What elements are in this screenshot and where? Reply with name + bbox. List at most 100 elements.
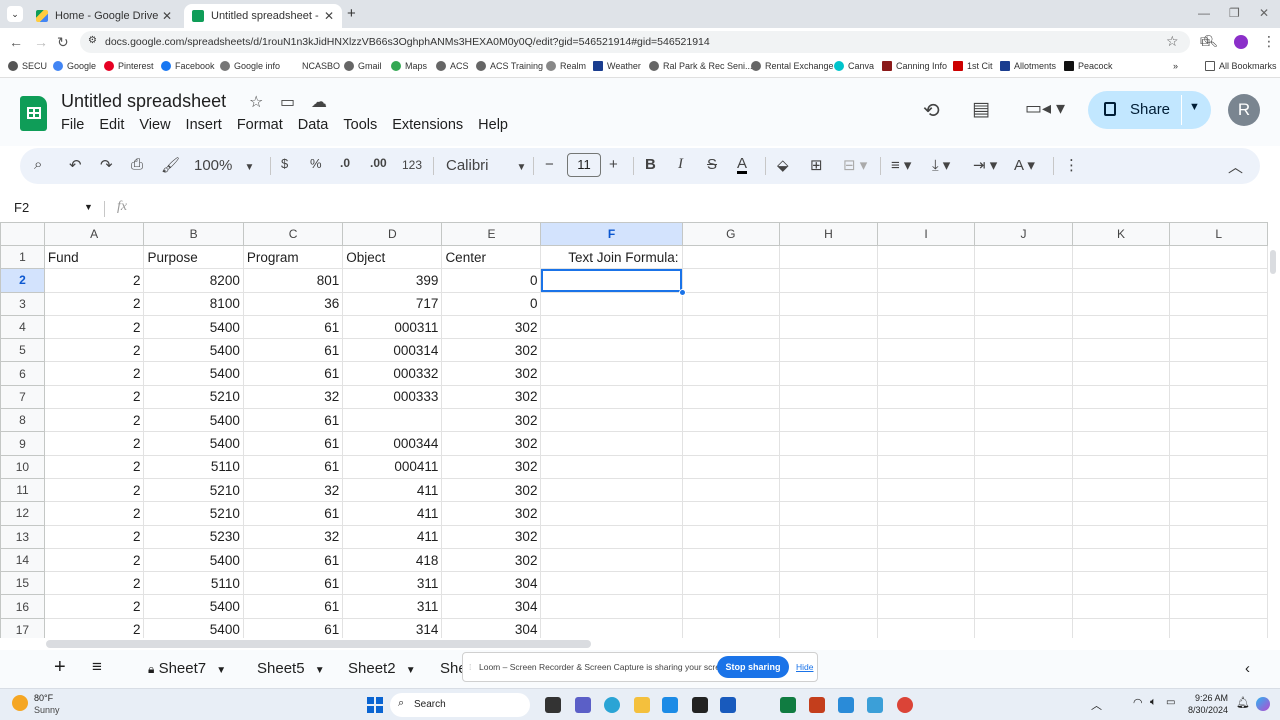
cell[interactable] bbox=[974, 594, 1073, 619]
cell[interactable]: 2 bbox=[43, 314, 145, 340]
fill-handle[interactable] bbox=[678, 288, 686, 296]
cell[interactable] bbox=[1071, 431, 1171, 456]
cell[interactable] bbox=[681, 594, 781, 619]
comments-icon[interactable]: ▤ bbox=[972, 98, 990, 121]
clock-date[interactable]: 8/30/2024 bbox=[1188, 705, 1228, 715]
cell[interactable]: 61 bbox=[242, 547, 344, 573]
cell[interactable] bbox=[779, 501, 878, 526]
cell[interactable] bbox=[1071, 594, 1171, 619]
menu-tools[interactable]: Tools bbox=[343, 117, 377, 133]
name-box[interactable]: F2 ▼ bbox=[14, 200, 93, 215]
sheet-tab-sheet7[interactable]: 🔒︎ Sheet7 ▼ bbox=[148, 660, 226, 677]
cell[interactable]: 61 bbox=[242, 617, 344, 638]
cell[interactable]: 61 bbox=[242, 594, 344, 619]
cell[interactable]: 0 bbox=[441, 291, 542, 316]
photos-icon[interactable] bbox=[662, 697, 678, 713]
fill-color-icon[interactable]: ⬙ bbox=[777, 156, 789, 174]
cloud-status-icon[interactable]: ☁ bbox=[311, 92, 327, 112]
cell[interactable]: 302 bbox=[441, 384, 542, 410]
row-header[interactable]: 8 bbox=[0, 408, 45, 433]
cell[interactable] bbox=[540, 338, 683, 363]
cell[interactable] bbox=[681, 431, 781, 456]
cell[interactable]: 411 bbox=[342, 501, 443, 526]
cell[interactable]: 36 bbox=[242, 291, 344, 316]
row-header[interactable]: 14 bbox=[0, 547, 45, 573]
cell[interactable] bbox=[974, 454, 1073, 479]
amazon-icon[interactable] bbox=[692, 697, 708, 713]
cell[interactable]: 302 bbox=[441, 524, 542, 549]
cell[interactable]: 2 bbox=[43, 431, 145, 456]
menu-view[interactable]: View bbox=[139, 117, 170, 133]
cell[interactable]: Program bbox=[242, 244, 344, 270]
cell[interactable] bbox=[876, 594, 976, 619]
cell[interactable]: 000311 bbox=[342, 314, 443, 340]
wifi-icon[interactable]: ◠ bbox=[1133, 696, 1143, 709]
select-all-corner[interactable] bbox=[0, 222, 45, 246]
cell[interactable] bbox=[779, 454, 878, 479]
cell[interactable] bbox=[876, 571, 976, 596]
cell[interactable]: 61 bbox=[242, 454, 344, 479]
cell[interactable] bbox=[1071, 617, 1171, 638]
cell[interactable]: 0 bbox=[441, 268, 542, 293]
cell[interactable] bbox=[1071, 244, 1171, 270]
cell[interactable] bbox=[1071, 571, 1171, 596]
bookmark-weather[interactable]: Weather bbox=[593, 61, 641, 71]
cell[interactable]: 000344 bbox=[342, 431, 443, 456]
cell[interactable] bbox=[681, 361, 781, 386]
bookmark-gmail[interactable]: Gmail bbox=[344, 61, 382, 71]
formula-input[interactable] bbox=[140, 200, 1260, 216]
cell[interactable] bbox=[876, 454, 976, 479]
spreadsheet-grid[interactable]: A B C D E F G H I J K L 1 Fund Purpose Prog… bbox=[0, 222, 1268, 638]
cell[interactable] bbox=[540, 571, 683, 596]
row-header[interactable]: 4 bbox=[0, 314, 45, 340]
row-header[interactable]: 10 bbox=[0, 454, 45, 479]
currency-format-button[interactable]: $ bbox=[281, 156, 288, 171]
cell[interactable]: 2 bbox=[43, 361, 145, 386]
word-icon[interactable] bbox=[720, 697, 736, 713]
cell[interactable]: 2 bbox=[43, 291, 145, 316]
all-bookmarks[interactable]: All Bookmarks bbox=[1205, 61, 1277, 71]
cell[interactable] bbox=[876, 314, 976, 340]
cell[interactable] bbox=[681, 477, 781, 503]
more-formats-button[interactable]: 123 bbox=[402, 158, 422, 172]
back-icon[interactable]: ← bbox=[9, 34, 23, 50]
bookmark-1st-cit[interactable]: 1st Cit bbox=[953, 61, 993, 71]
row-header[interactable]: 11 bbox=[0, 477, 45, 503]
cell[interactable]: 302 bbox=[441, 431, 542, 456]
cell[interactable]: 5210 bbox=[143, 501, 244, 526]
cell[interactable] bbox=[779, 431, 878, 456]
cell[interactable]: 5400 bbox=[143, 314, 244, 340]
decrease-font-size-icon[interactable]: − bbox=[545, 156, 554, 173]
cell[interactable] bbox=[540, 501, 683, 526]
cell[interactable] bbox=[779, 594, 878, 619]
window-close-icon[interactable]: ✕ bbox=[1259, 6, 1269, 20]
cell[interactable] bbox=[1169, 361, 1268, 386]
cell[interactable]: Text Join Formula: bbox=[540, 244, 683, 270]
bookmark-star-icon[interactable]: ☆ bbox=[1166, 33, 1179, 50]
share-dropdown-icon[interactable]: ▼ bbox=[1189, 101, 1200, 113]
cell[interactable] bbox=[974, 244, 1073, 270]
app-icon[interactable] bbox=[838, 697, 854, 713]
cell[interactable]: 304 bbox=[441, 594, 542, 619]
cell[interactable] bbox=[974, 314, 1073, 340]
row-header[interactable]: 2 bbox=[0, 268, 45, 293]
column-header[interactable]: A bbox=[43, 222, 145, 246]
browser-tab-spreadsheet[interactable]: Untitled spreadsheet - Google ✕ bbox=[184, 4, 342, 28]
cell[interactable]: 61 bbox=[242, 408, 344, 433]
taskbar-search-box[interactable]: ⌕ Search bbox=[390, 693, 530, 717]
cell[interactable] bbox=[1169, 477, 1268, 503]
cell[interactable] bbox=[876, 547, 976, 573]
text-wrapping-icon[interactable]: ⇥ ▾ bbox=[973, 156, 997, 174]
browser-menu-icon[interactable]: ⋮ bbox=[1262, 33, 1276, 50]
address-bar[interactable]: ⚙ docs.google.com/spreadsheets/d/1rouN1n… bbox=[80, 31, 1218, 53]
cell[interactable]: 2 bbox=[43, 571, 145, 596]
cell[interactable] bbox=[1169, 338, 1268, 363]
cell[interactable] bbox=[779, 338, 878, 363]
cell[interactable] bbox=[876, 361, 976, 386]
bookmark-ral-park[interactable]: Ral Park & Rec Seni... bbox=[649, 61, 753, 71]
cell[interactable] bbox=[681, 291, 781, 316]
cell[interactable]: 2 bbox=[43, 501, 145, 526]
cell[interactable] bbox=[779, 244, 878, 270]
row-header[interactable]: 3 bbox=[0, 291, 45, 316]
minimize-icon[interactable]: — bbox=[1198, 6, 1210, 20]
